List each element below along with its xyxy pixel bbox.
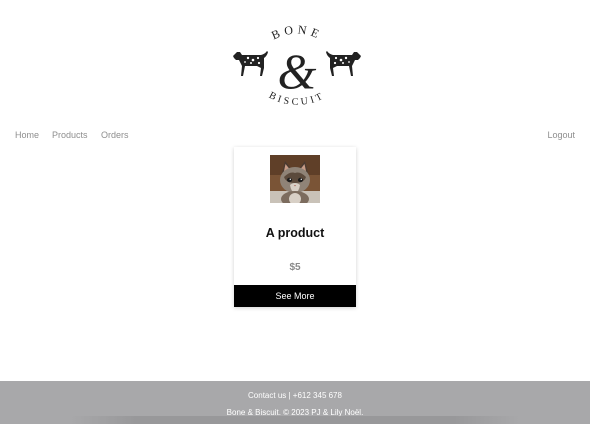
- site-footer: Contact us | +612 345 678 Bone & Biscuit…: [0, 381, 590, 424]
- nav-home-link[interactable]: Home: [15, 128, 39, 142]
- logo-top-text: BONE: [269, 22, 325, 42]
- main-nav: Home Products Orders Logout: [0, 128, 590, 144]
- nav-logout-link[interactable]: Logout: [547, 128, 575, 142]
- dalmatian-dog-icon: [233, 51, 268, 76]
- logo-ampersand: &: [278, 43, 317, 99]
- brand-logo[interactable]: BONE BISCUIT &: [227, 22, 367, 114]
- bone-and-biscuit-logo: BONE BISCUIT &: [233, 22, 361, 108]
- product-image[interactable]: [270, 155, 320, 203]
- nav-products-link[interactable]: Products: [52, 128, 88, 142]
- product-card: A product $5 See More: [234, 147, 356, 307]
- footer-contact[interactable]: Contact us | +612 345 678: [0, 391, 590, 400]
- product-price: $5: [289, 262, 301, 273]
- kitten-photo: [270, 155, 320, 203]
- nav-orders-link[interactable]: Orders: [101, 128, 129, 142]
- product-name: A product: [265, 226, 325, 240]
- see-more-button[interactable]: See More: [234, 285, 356, 307]
- footer-divider: [70, 416, 520, 424]
- page: BONE BISCUIT & Home Products Orders Logo…: [0, 0, 590, 424]
- dalmatian-dog-icon: [326, 51, 361, 76]
